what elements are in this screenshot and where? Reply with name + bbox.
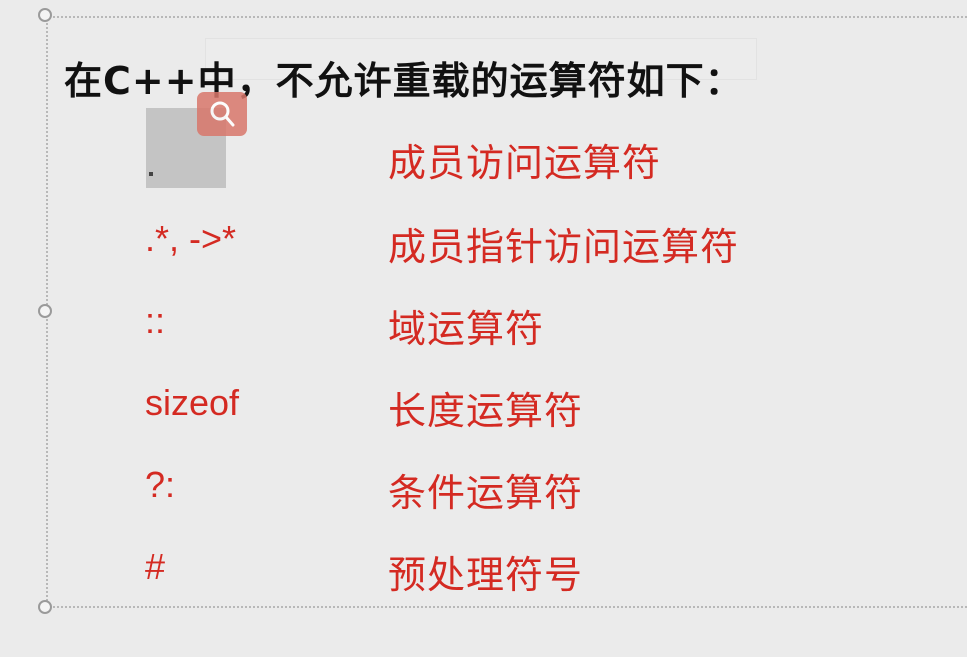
- operator-description: 成员指针访问运算符: [388, 225, 740, 269]
- operator-symbol: #: [145, 546, 166, 587]
- operator-description: 域运算符: [388, 307, 545, 351]
- operator-row: sizeof 长度运算符: [0, 378, 967, 438]
- operator-description: 条件运算符: [388, 471, 584, 515]
- operator-description: 长度运算符: [388, 389, 584, 433]
- slide-canvas: 在C++中，不允许重载的运算符如下： 成员访问运算符 .*, ->* 成员指针访…: [0, 0, 967, 657]
- slide-heading: 在C++中，不允许重载的运算符如下：: [64, 59, 744, 103]
- operator-row: ?: 条件运算符: [0, 460, 967, 520]
- operator-description: 预处理符号: [388, 553, 584, 597]
- resize-handle-bottom-left[interactable]: [38, 600, 52, 614]
- operator-row: 成员访问运算符: [0, 130, 967, 190]
- operator-row: .*, ->* 成员指针访问运算符: [0, 214, 967, 274]
- operator-symbol: .*, ->*: [145, 218, 237, 259]
- operator-symbol: ::: [145, 300, 166, 341]
- operator-row: :: 域运算符: [0, 296, 967, 356]
- operator-row: # 预处理符号: [0, 542, 967, 602]
- operator-symbol: sizeof: [145, 382, 240, 423]
- resize-handle-top-left[interactable]: [38, 8, 52, 22]
- operator-description: 成员访问运算符: [388, 141, 662, 185]
- magnifier-icon: [210, 101, 235, 127]
- operator-symbol: ?:: [145, 464, 176, 505]
